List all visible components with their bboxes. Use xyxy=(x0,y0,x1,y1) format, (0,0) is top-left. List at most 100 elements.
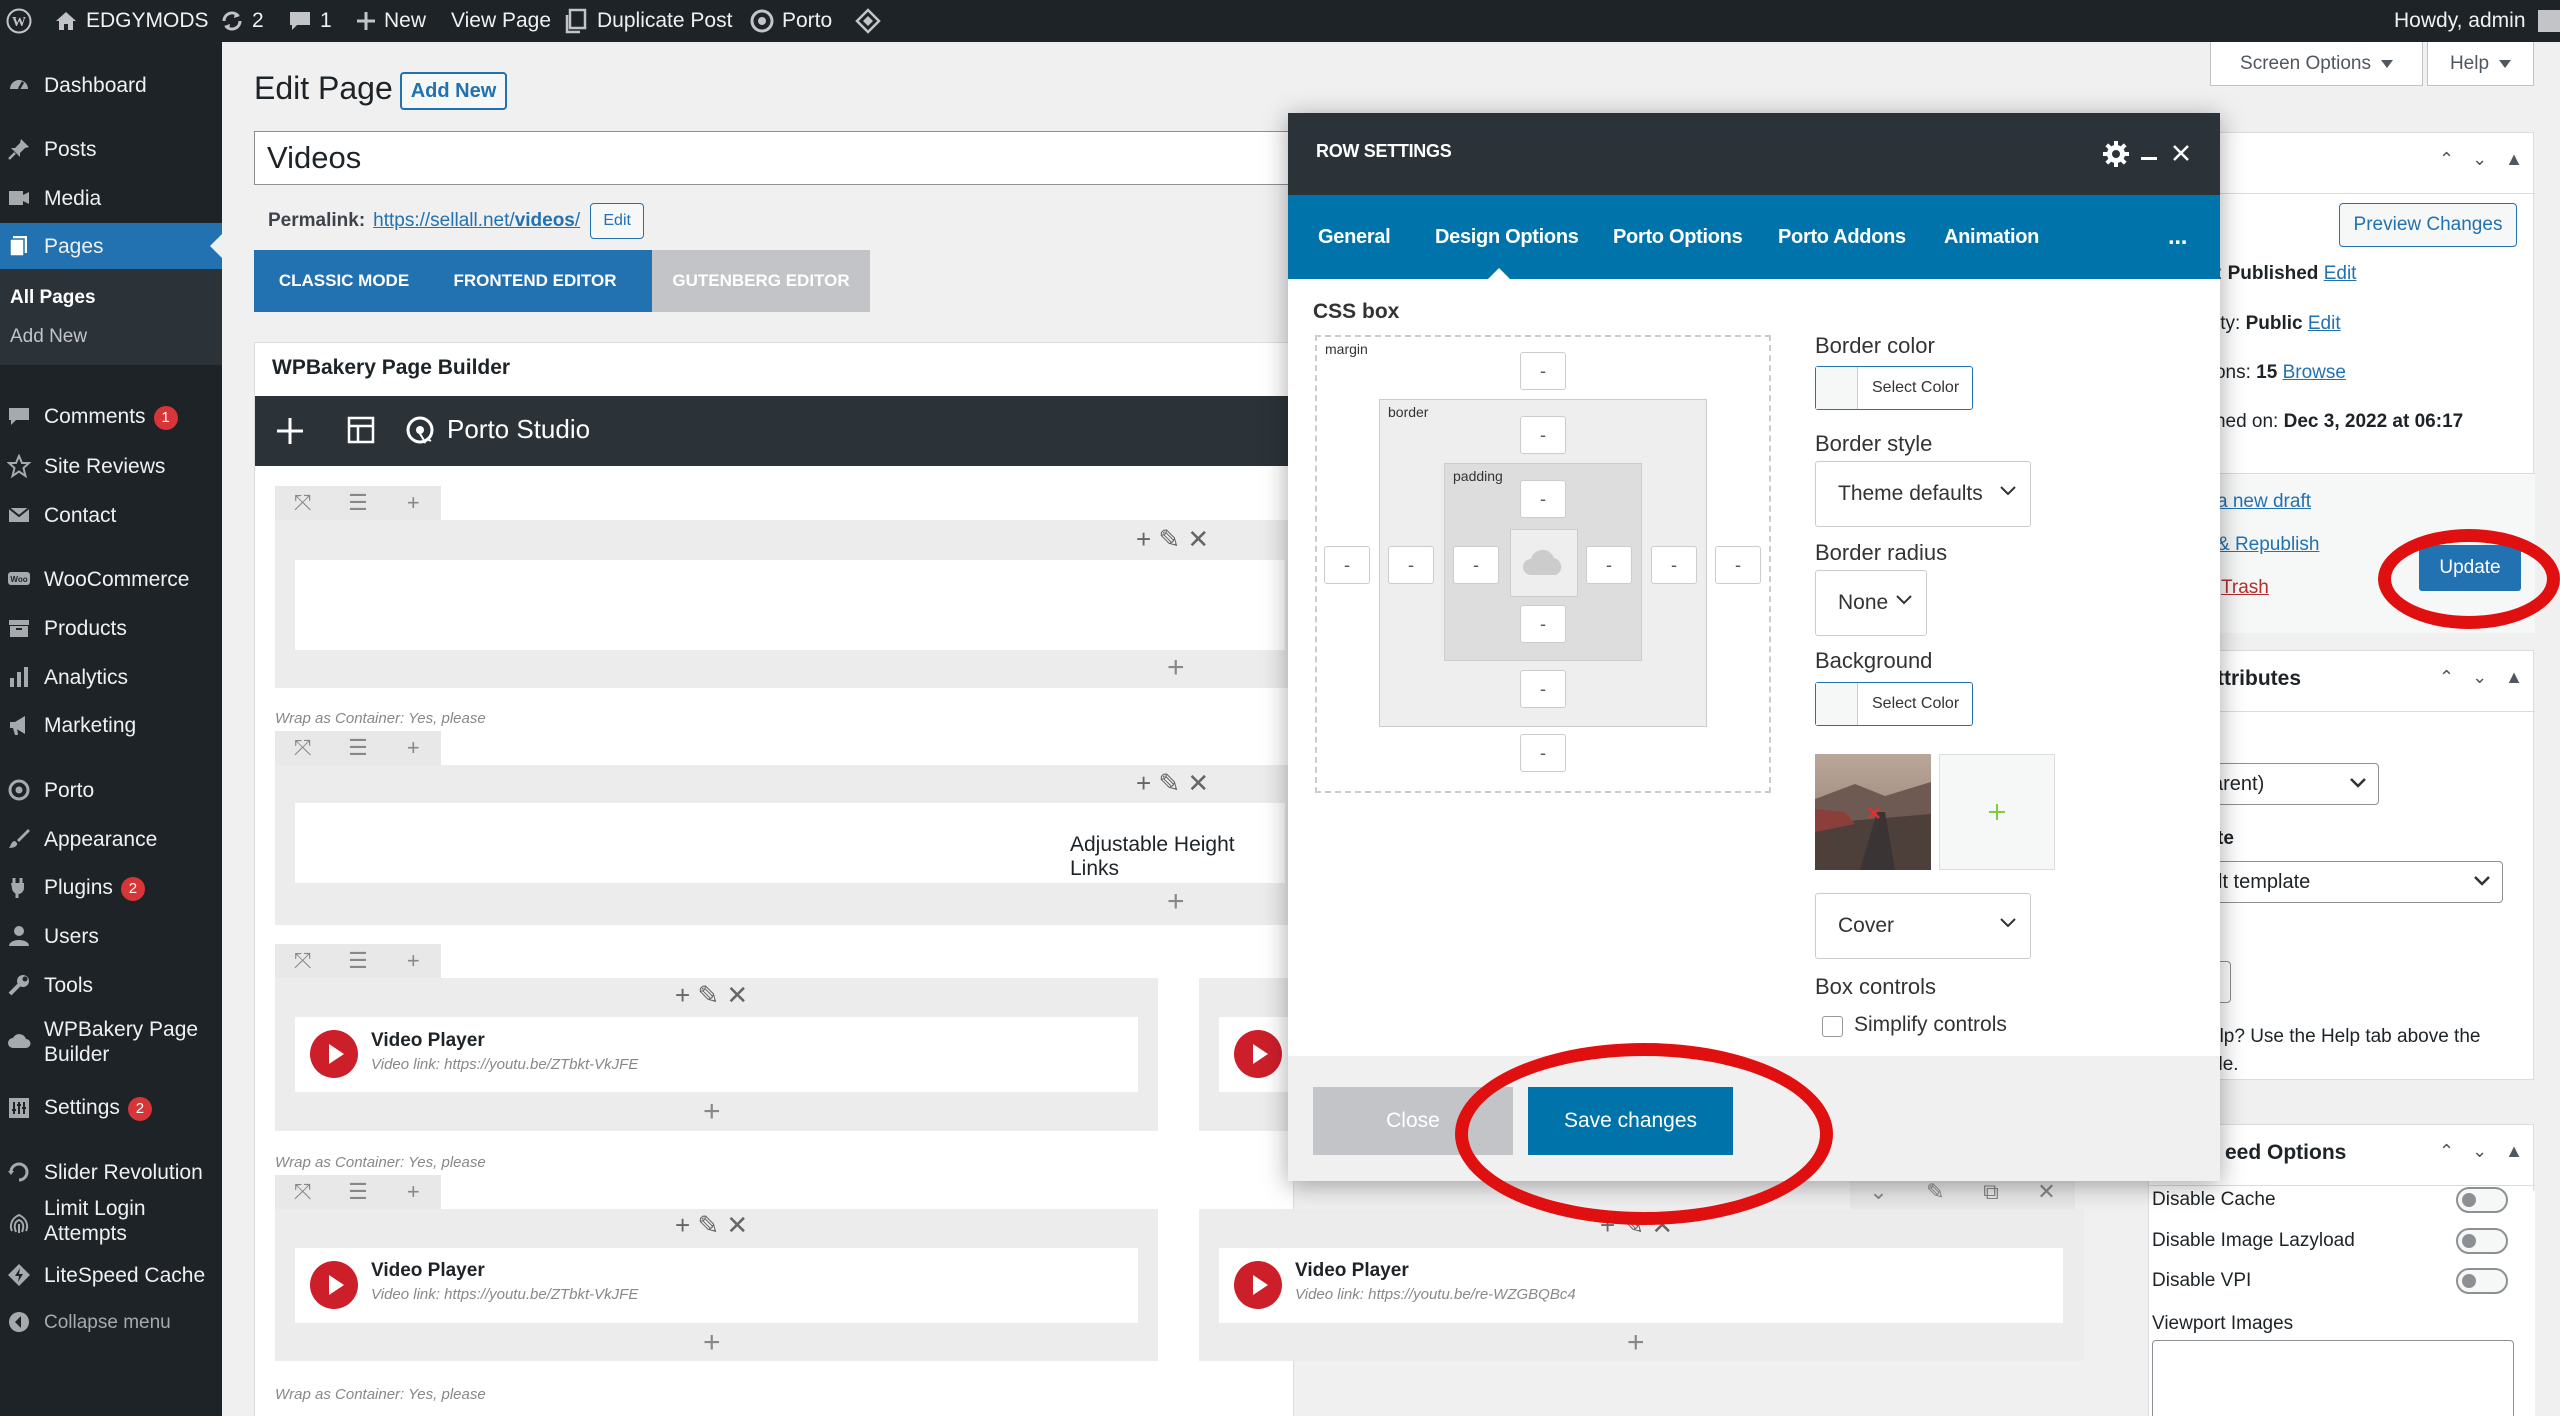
menu-limit-login[interactable]: Limit Login Attempts xyxy=(0,1183,222,1261)
gutenberg-editor-button[interactable]: GUTENBERG EDITOR xyxy=(652,250,870,312)
disable-vpi-toggle[interactable] xyxy=(2456,1268,2508,1294)
tab-porto-options[interactable]: Porto Options xyxy=(1613,195,1743,279)
comments-link[interactable]: 1 xyxy=(288,0,332,42)
disable-lazyload-toggle[interactable] xyxy=(2456,1228,2508,1254)
menu-tools[interactable]: Tools xyxy=(0,962,222,1008)
row-drag-icon[interactable]: ☰ xyxy=(330,1175,385,1209)
preview-changes-button[interactable]: Preview Changes xyxy=(2339,203,2517,247)
tabs-more-button[interactable]: ... xyxy=(2168,195,2187,279)
padding-right-input[interactable]: - xyxy=(1586,546,1632,584)
add-element-plus-icon[interactable]: + xyxy=(1167,653,1185,683)
permalink-edit-button[interactable]: Edit xyxy=(590,203,645,239)
menu-dashboard[interactable]: Dashboard xyxy=(0,62,222,108)
page-title-input[interactable]: Videos xyxy=(254,131,1294,185)
menu-wpbakery[interactable]: WPBakery Page Builder xyxy=(0,1014,222,1070)
row-drag-icon[interactable]: ☰ xyxy=(330,944,385,978)
menu-woocommerce[interactable]: Woo WooCommerce xyxy=(0,556,222,602)
viewport-images-textarea[interactable] xyxy=(2152,1340,2514,1416)
visibility-edit-link[interactable]: Edit xyxy=(2308,313,2341,334)
column-controls[interactable]: + ✎ ✕ xyxy=(675,1210,748,1241)
view-page-link[interactable]: View Page xyxy=(451,0,551,42)
menu-porto[interactable]: Porto xyxy=(0,767,222,813)
classic-mode-button[interactable]: CLASSIC MODE xyxy=(254,250,434,312)
row-drag-icon[interactable]: ☰ xyxy=(330,486,385,520)
move-down-icon[interactable]: ⌄ xyxy=(2472,1141,2487,1162)
move-up-icon[interactable]: ⌃ xyxy=(2439,1141,2454,1162)
row-add-column-icon[interactable]: + xyxy=(386,944,441,978)
row-add-column-icon[interactable]: + xyxy=(386,486,441,520)
move-up-icon[interactable]: ⌃ xyxy=(2439,667,2454,688)
add-element-plus-icon[interactable]: + xyxy=(703,1097,721,1127)
collapse-icon[interactable]: ▲ xyxy=(2505,1141,2523,1162)
video-player-element[interactable]: Video Player Video link: https://youtu.b… xyxy=(295,1248,1138,1323)
porto-link[interactable]: Porto xyxy=(750,0,832,42)
tab-porto-addons[interactable]: Porto Addons xyxy=(1778,195,1906,279)
border-right-input[interactable]: - xyxy=(1651,546,1697,584)
border-style-select[interactable]: Theme defaults xyxy=(1815,461,2031,527)
row-clone-icon[interactable]: ⧉ xyxy=(1983,1179,1999,1205)
permalink-link[interactable]: https://sellall.net/videos/ xyxy=(373,210,580,232)
add-new-button[interactable]: Add New xyxy=(400,72,507,110)
menu-site-reviews[interactable]: Site Reviews xyxy=(0,443,222,489)
add-image-button[interactable] xyxy=(1939,754,2055,870)
submenu-all-pages[interactable]: All Pages xyxy=(10,287,96,309)
move-up-icon[interactable]: ⌃ xyxy=(2439,149,2454,170)
diamond-icon[interactable] xyxy=(855,0,881,42)
background-color-picker[interactable]: Select Color xyxy=(1815,682,1973,726)
column-controls[interactable]: + ✎ ✕ xyxy=(1136,768,1209,799)
gear-icon[interactable] xyxy=(2102,140,2130,168)
border-bottom-input[interactable]: - xyxy=(1520,670,1566,708)
status-edit-link[interactable]: Edit xyxy=(2324,263,2357,284)
collapse-icon[interactable]: ▲ xyxy=(2505,149,2523,170)
simplify-controls-checkbox[interactable] xyxy=(1822,1016,1843,1037)
menu-pages[interactable]: Pages xyxy=(0,223,222,269)
video-player-element[interactable]: Video Player Video link: https://youtu.b… xyxy=(1219,1248,2063,1323)
padding-bottom-input[interactable]: - xyxy=(1520,605,1566,643)
my-account-link[interactable]: Howdy, admin xyxy=(2394,0,2560,42)
submenu-add-new[interactable]: Add New xyxy=(10,326,87,348)
tab-general[interactable]: General xyxy=(1318,195,1391,279)
collapse-icon[interactable]: ▲ xyxy=(2505,667,2523,688)
new-draft-link[interactable]: a new draft xyxy=(2217,491,2311,513)
row-edit-icon[interactable]: ✎ xyxy=(1926,1179,1944,1205)
border-left-input[interactable]: - xyxy=(1388,546,1434,584)
row-expand-icon[interactable]: ⤧ xyxy=(275,731,330,765)
row-drag-icon[interactable]: ☰ xyxy=(330,731,385,765)
add-element-icon[interactable] xyxy=(275,416,305,446)
add-element-plus-icon[interactable]: + xyxy=(703,1328,721,1358)
menu-contact[interactable]: Contact xyxy=(0,492,222,538)
porto-studio-button[interactable]: Porto Studio xyxy=(405,414,590,445)
row-expand-icon[interactable]: ⤧ xyxy=(275,1175,330,1209)
border-radius-select[interactable]: None xyxy=(1815,570,1927,636)
menu-appearance[interactable]: Appearance xyxy=(0,816,222,862)
updates-link[interactable]: 2 xyxy=(220,0,264,42)
help-button[interactable]: Help xyxy=(2427,42,2534,86)
row-expand-icon[interactable]: ⤧ xyxy=(275,486,330,520)
border-color-picker[interactable]: Select Color xyxy=(1815,366,1973,410)
menu-settings[interactable]: Settings 2 xyxy=(0,1085,222,1131)
template-icon[interactable] xyxy=(347,416,375,444)
new-content-link[interactable]: New xyxy=(356,0,426,42)
margin-left-input[interactable]: - xyxy=(1324,546,1370,584)
border-top-input[interactable]: - xyxy=(1520,416,1566,454)
row-delete-icon[interactable]: ✕ xyxy=(2037,1179,2055,1205)
tab-design-options[interactable]: Design Options xyxy=(1435,195,1579,279)
menu-products[interactable]: Products xyxy=(0,605,222,651)
padding-top-input[interactable]: - xyxy=(1520,480,1566,518)
minimize-icon[interactable] xyxy=(2141,157,2157,160)
margin-bottom-input[interactable]: - xyxy=(1520,734,1566,772)
collapse-menu-button[interactable]: Collapse menu xyxy=(0,1299,222,1345)
screen-options-button[interactable]: Screen Options xyxy=(2210,42,2423,86)
padding-left-input[interactable]: - xyxy=(1453,546,1499,584)
revisions-browse-link[interactable]: Browse xyxy=(2283,362,2346,383)
menu-marketing[interactable]: Marketing xyxy=(0,702,222,748)
video-player-element[interactable] xyxy=(1219,1017,1294,1092)
menu-users[interactable]: Users xyxy=(0,913,222,959)
move-down-icon[interactable]: ⌄ xyxy=(2472,149,2487,170)
menu-media[interactable]: Media xyxy=(0,175,222,221)
margin-right-input[interactable]: - xyxy=(1715,546,1761,584)
row-toggle-icon[interactable]: ⌄ xyxy=(1869,1179,1887,1205)
margin-top-input[interactable]: - xyxy=(1520,352,1566,390)
add-element-plus-icon[interactable]: + xyxy=(1167,887,1185,917)
move-down-icon[interactable]: ⌄ xyxy=(2472,667,2487,688)
